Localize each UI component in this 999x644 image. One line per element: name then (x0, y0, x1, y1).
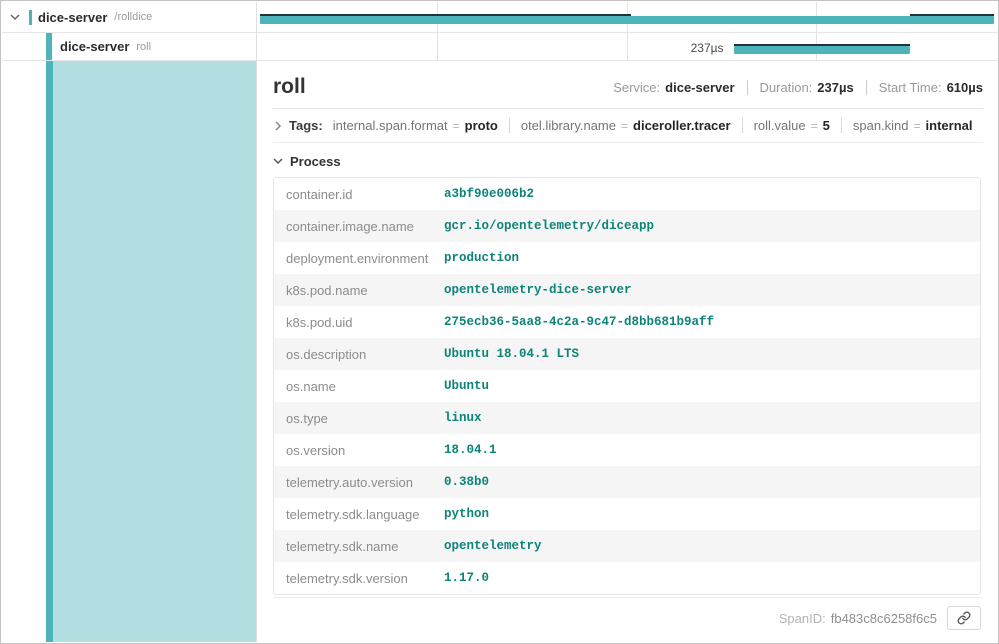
equals-sign: = (811, 119, 818, 133)
tag-item: internal.span.format = proto (333, 118, 498, 133)
kv-key: telemetry.sdk.name (274, 539, 444, 554)
kv-value: opentelemetry-dice-server (444, 283, 642, 297)
kv-key: os.description (274, 347, 444, 362)
process-key-value-table: container.id a3bf90e006b2 container.imag… (273, 177, 981, 595)
kv-key: k8s.pod.name (274, 283, 444, 298)
tag-key: roll.value (754, 118, 806, 133)
chevron-right-icon (275, 121, 282, 131)
tag-item: roll.value = 5 (742, 118, 830, 133)
tag-key: span.kind (853, 118, 909, 133)
span-detail-footer: SpanID: fb483c8c6258f6c5 (273, 597, 983, 634)
span-detail-panel: roll Service: dice-server Duration: 237µ… (256, 61, 997, 642)
table-row: os.version 18.04.1 (274, 434, 980, 466)
chevron-down-icon (273, 158, 283, 165)
kv-key: container.id (274, 187, 444, 202)
tag-value: proto (465, 118, 498, 133)
span-color-stripe (46, 33, 52, 60)
root-span-operation: /rolldice (114, 11, 152, 23)
tag-key: otel.library.name (521, 118, 616, 133)
kv-value: a3bf90e006b2 (444, 187, 544, 201)
kv-key: os.name (274, 379, 444, 394)
span-stat: Service: dice-server (613, 80, 734, 95)
stat-label: Start Time: (879, 80, 942, 95)
span-detail-title: roll (273, 75, 306, 99)
child-span-service: dice-server (60, 39, 129, 54)
kv-value: 0.38b0 (444, 475, 499, 489)
kv-value: linux (444, 411, 492, 425)
kv-value: Ubuntu 18.04.1 LTS (444, 347, 589, 361)
table-row: k8s.pod.uid 275ecb36-5aa8-4c2a-9c47-d8bb… (274, 306, 980, 338)
table-row: k8s.pod.name opentelemetry-dice-server (274, 274, 980, 306)
kv-key: k8s.pod.uid (274, 315, 444, 330)
tag-item: span.kind = internal (841, 118, 973, 133)
root-span-service: dice-server (38, 10, 107, 25)
kv-value: Ubuntu (444, 379, 499, 393)
kv-value: production (444, 251, 529, 265)
tag-key: internal.span.format (333, 118, 448, 133)
table-row: telemetry.sdk.language python (274, 498, 980, 530)
process-label: Process (290, 154, 341, 169)
stat-value: 610µs (947, 80, 983, 95)
kv-value: gcr.io/opentelemetry/diceapp (444, 219, 664, 233)
kv-key: deployment.environment (274, 251, 444, 266)
stat-label: Duration: (760, 80, 813, 95)
table-row: deployment.environment production (274, 242, 980, 274)
tag-value: diceroller.tracer (633, 118, 731, 133)
kv-value: 275ecb36-5aa8-4c2a-9c47-d8bb681b9aff (444, 315, 724, 329)
spanid-value: fb483c8c6258f6c5 (831, 611, 937, 626)
tag-item: otel.library.name = diceroller.tracer (509, 118, 731, 133)
table-row: telemetry.auto.version 0.38b0 (274, 466, 980, 498)
tags-section-header[interactable]: Tags: internal.span.format = proto otel.… (273, 109, 983, 143)
span-stat: Start Time: 610µs (866, 80, 983, 95)
span-row-root-name-cell[interactable]: dice-server /rolldice (2, 2, 256, 32)
tags-label: Tags: (289, 118, 323, 133)
child-span-operation: roll (136, 41, 151, 53)
stat-label: Service: (613, 80, 660, 95)
kv-key: telemetry.sdk.language (274, 507, 444, 522)
kv-key: telemetry.sdk.version (274, 571, 444, 586)
kv-key: os.version (274, 443, 444, 458)
span-row-child-name-cell[interactable]: dice-server roll (2, 33, 256, 60)
equals-sign: = (914, 119, 921, 133)
equals-sign: = (453, 119, 460, 133)
equals-sign: = (621, 119, 628, 133)
kv-key: os.type (274, 411, 444, 426)
kv-value: 18.04.1 (444, 443, 507, 457)
root-span-bar[interactable] (260, 16, 994, 24)
stat-value: dice-server (665, 80, 734, 95)
kv-value: 1.17.0 (444, 571, 499, 585)
span-color-stripe (46, 61, 53, 642)
span-color-stripe (29, 10, 32, 25)
link-icon (957, 611, 971, 625)
table-row: container.image.name gcr.io/opentelemetr… (274, 210, 980, 242)
tags-summary: internal.span.format = proto otel.librar… (333, 118, 973, 133)
kv-value: python (444, 507, 499, 521)
span-stat: Duration: 237µs (747, 80, 854, 95)
table-row: container.id a3bf90e006b2 (274, 178, 980, 210)
table-row: telemetry.sdk.name opentelemetry (274, 530, 980, 562)
span-detail-stats: Service: dice-server Duration: 237µs Sta… (613, 80, 983, 95)
tag-value: internal (926, 118, 973, 133)
tag-value: 5 (823, 118, 830, 133)
table-row: os.description Ubuntu 18.04.1 LTS (274, 338, 980, 370)
selected-span-highlight (53, 61, 256, 642)
stat-value: 237µs (817, 80, 853, 95)
table-row: os.type linux (274, 402, 980, 434)
collapse-chevron-down-icon[interactable] (10, 14, 20, 21)
spanid-label: SpanID: (779, 611, 826, 626)
child-span-bar[interactable] (734, 46, 911, 54)
trace-view: dice-server /rolldice dice-server roll 2… (0, 0, 999, 644)
table-row: telemetry.sdk.version 1.17.0 (274, 562, 980, 594)
table-row: os.name Ubuntu (274, 370, 980, 402)
kv-key: container.image.name (274, 219, 444, 234)
kv-value: opentelemetry (444, 539, 552, 553)
selected-span-left-column (2, 61, 256, 642)
kv-key: telemetry.auto.version (274, 475, 444, 490)
copy-span-link-button[interactable] (947, 606, 981, 630)
process-section-header[interactable]: Process (273, 154, 983, 169)
